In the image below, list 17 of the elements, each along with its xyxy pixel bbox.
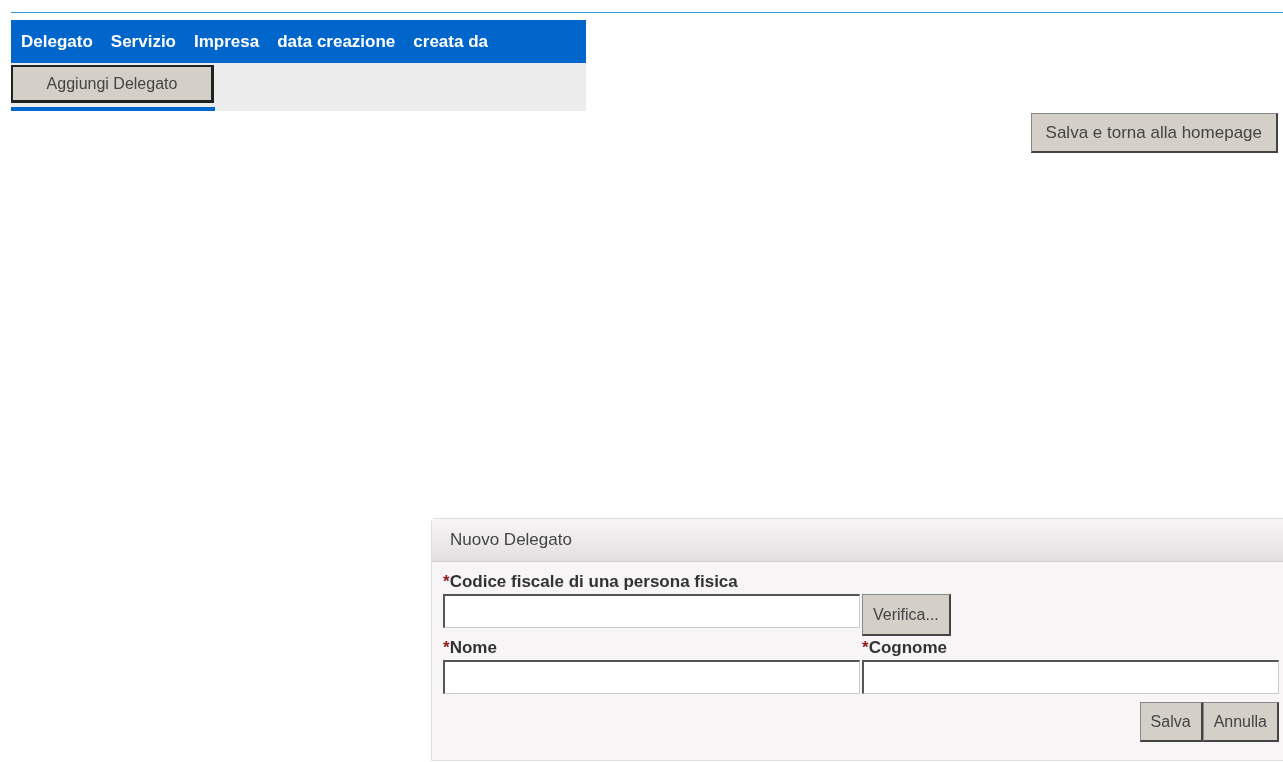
- cancel-button[interactable]: Annulla: [1202, 702, 1279, 742]
- field-label: *Cognome: [862, 637, 948, 659]
- column-header: Servizio: [110, 31, 176, 52]
- input-field[interactable]: [443, 594, 860, 628]
- column-header: Delegato: [21, 31, 93, 52]
- save-button[interactable]: Salva: [1139, 702, 1203, 742]
- save-home-button[interactable]: Salva e torna alla homepage: [1030, 113, 1278, 153]
- field-label: *Codice fiscale di una persona fisica: [443, 571, 739, 593]
- add-delegate-button[interactable]: Aggiungi Delegato: [11, 65, 214, 103]
- dialog-title: Nuovo Delegato: [432, 519, 1283, 562]
- input-field[interactable]: [862, 660, 1279, 694]
- field-label: *Nome: [443, 637, 498, 659]
- input-field[interactable]: [443, 660, 860, 694]
- column-header: data creazione: [277, 31, 396, 52]
- verify-button[interactable]: Verifica...: [862, 594, 951, 636]
- column-header: Impresa: [194, 31, 260, 52]
- column-header: creata da: [413, 31, 488, 52]
